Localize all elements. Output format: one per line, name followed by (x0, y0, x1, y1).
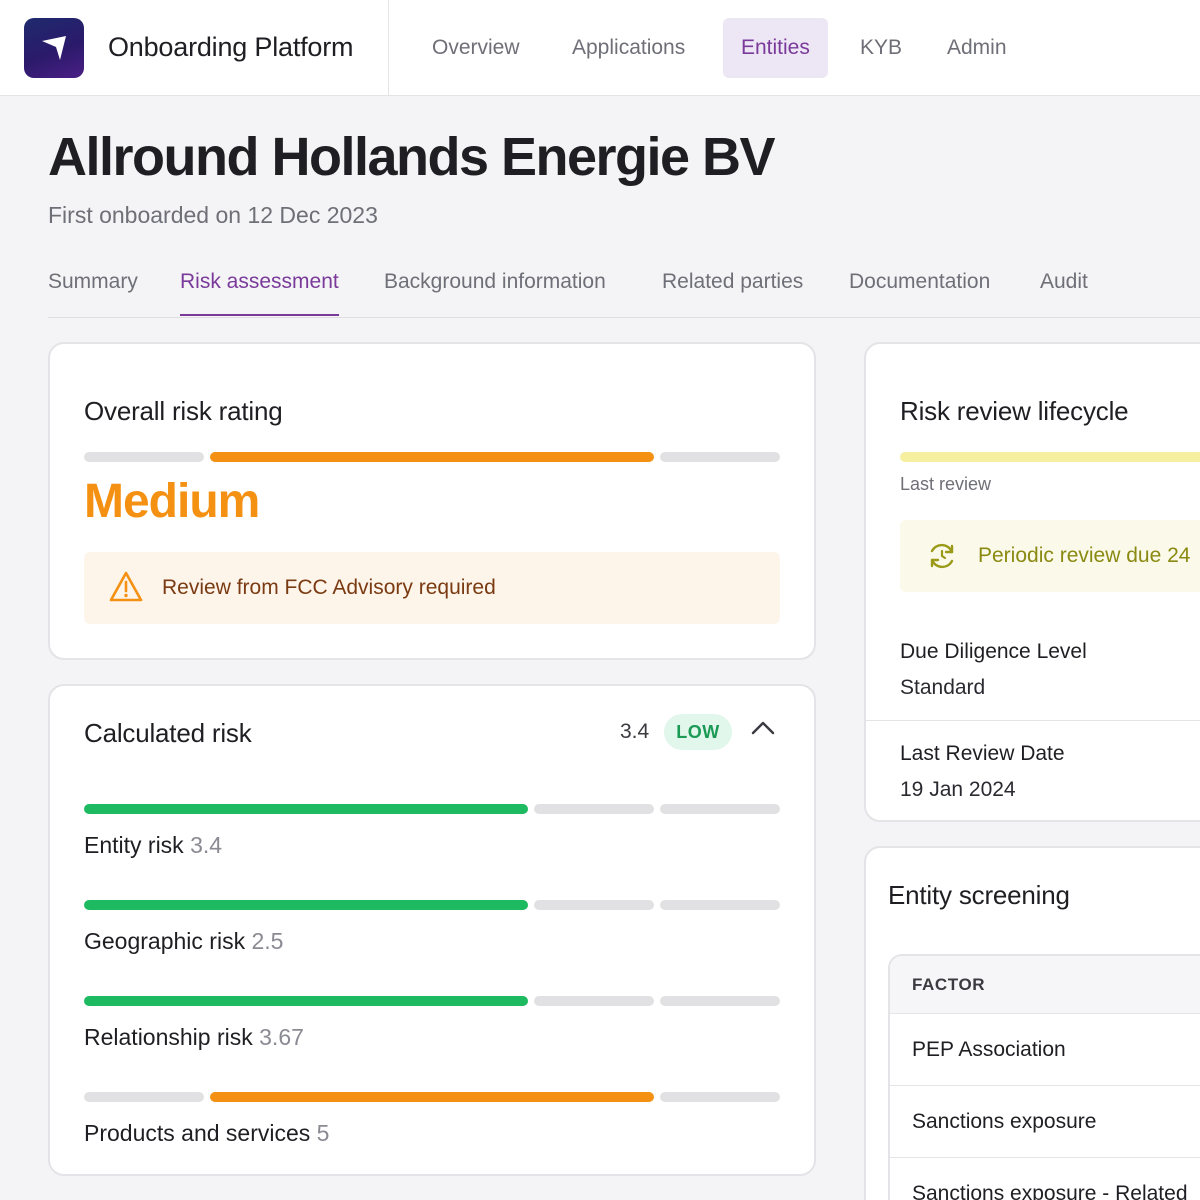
due-diligence-value: Standard (900, 676, 986, 699)
risk-review-lifecycle-card: Risk review lifecycle Last review Period… (864, 342, 1200, 822)
risk-name: Products and services (84, 1120, 311, 1146)
refresh-clock-icon (930, 543, 954, 569)
entity-risk-label: Entity risk 3.4 (84, 832, 222, 859)
tab-summary[interactable]: Summary (48, 270, 138, 314)
nav-item-entities[interactable]: Entities (723, 18, 828, 78)
risk-level-badge: LOW (664, 714, 732, 750)
entity-risk-bar-fill (84, 804, 528, 814)
nav-item-admin[interactable]: Admin (929, 18, 1025, 78)
last-review-date-label: Last Review Date (900, 742, 1065, 765)
overall-risk-value: Medium (84, 475, 260, 528)
risk-level-segment-high (660, 452, 780, 462)
onboarded-date: First onboarded on 12 Dec 2023 (48, 202, 378, 228)
risk-value: 3.67 (259, 1024, 304, 1050)
table-row[interactable]: Sanctions exposure - Related (890, 1158, 1200, 1200)
risk-value: 5 (316, 1120, 330, 1146)
products-risk-bar-fill (210, 1092, 654, 1102)
entity-screening-card: Entity screening FACTOR PEP Association … (864, 846, 1200, 1200)
geographic-risk-bar-track (660, 900, 780, 910)
table-row[interactable]: Sanctions exposure (890, 1086, 1200, 1158)
tab-audit[interactable]: Audit (1040, 270, 1088, 314)
calculated-risk-card: Calculated risk 3.4 LOW Entity risk 3.4 … (48, 684, 816, 1176)
risk-name: Geographic risk (84, 928, 246, 954)
lifecycle-progress-bar (900, 452, 1200, 462)
nav-item-kyb[interactable]: KYB (842, 18, 920, 78)
geographic-risk-bar-fill (84, 900, 528, 910)
risk-level-segment-low (84, 452, 204, 462)
entity-risk-bar-track (660, 804, 780, 814)
page-title: Allround Hollands Energie BV (48, 127, 776, 187)
products-risk-label: Products and services 5 (84, 1120, 329, 1147)
last-review-label: Last review (900, 474, 992, 494)
relationship-risk-bar-fill (84, 996, 528, 1006)
products-risk-bar-track (660, 1092, 780, 1102)
last-review-date-value: 19 Jan 2024 (900, 778, 1016, 801)
app-name: Onboarding Platform (108, 32, 354, 62)
factor-cell: Sanctions exposure - Related (912, 1182, 1188, 1200)
geographic-risk-label: Geographic risk 2.5 (84, 928, 283, 955)
periodic-review-text: Periodic review due 24 (978, 544, 1191, 567)
tab-documentation[interactable]: Documentation (849, 270, 990, 314)
screening-title: Entity screening (888, 880, 1070, 910)
tab-background-information[interactable]: Background information (384, 270, 606, 314)
periodic-review-notice: Periodic review due 24 (900, 520, 1200, 592)
overall-risk-title: Overall risk rating (84, 396, 283, 426)
top-navigation-bar: Onboarding Platform Overview Application… (0, 0, 1200, 96)
review-required-alert: Review from FCC Advisory required (84, 552, 780, 624)
cursor-arrow-icon (42, 36, 66, 60)
tab-related-parties[interactable]: Related parties (662, 270, 803, 314)
products-risk-bar-track (84, 1092, 204, 1102)
relationship-risk-bar-track (534, 996, 654, 1006)
overall-risk-card: Overall risk rating Medium Review from F… (48, 342, 816, 660)
field-divider (866, 720, 1200, 721)
risk-level-segment-medium (210, 452, 654, 462)
chevron-up-icon[interactable] (750, 720, 776, 736)
lifecycle-title: Risk review lifecycle (900, 396, 1129, 426)
relationship-risk-bar-track (660, 996, 780, 1006)
alert-text: Review from FCC Advisory required (162, 576, 496, 599)
risk-name: Entity risk (84, 832, 184, 858)
column-header-factor[interactable]: FACTOR (912, 975, 985, 995)
screening-table: FACTOR PEP Association Sanctions exposur… (888, 954, 1200, 1200)
geographic-risk-bar-track (534, 900, 654, 910)
risk-value: 2.5 (251, 928, 284, 954)
brand: Onboarding Platform (0, 0, 389, 96)
factor-cell: Sanctions exposure (912, 1110, 1097, 1133)
relationship-risk-label: Relationship risk 3.67 (84, 1024, 304, 1051)
factor-cell: PEP Association (912, 1038, 1066, 1061)
warning-triangle-icon (109, 571, 143, 602)
table-header: FACTOR (890, 956, 1200, 1014)
risk-name: Relationship risk (84, 1024, 253, 1050)
due-diligence-label: Due Diligence Level (900, 640, 1087, 663)
risk-value: 3.4 (190, 832, 223, 858)
table-row[interactable]: PEP Association (890, 1014, 1200, 1086)
nav-item-applications[interactable]: Applications (554, 18, 703, 78)
tab-risk-assessment[interactable]: Risk assessment (180, 270, 339, 316)
calculated-risk-title: Calculated risk (84, 718, 252, 748)
app-logo[interactable] (24, 18, 84, 78)
tabs-divider (48, 317, 1200, 318)
entity-risk-bar-track (534, 804, 654, 814)
nav-item-overview[interactable]: Overview (414, 18, 538, 78)
calculated-risk-score: 3.4 (620, 720, 650, 743)
